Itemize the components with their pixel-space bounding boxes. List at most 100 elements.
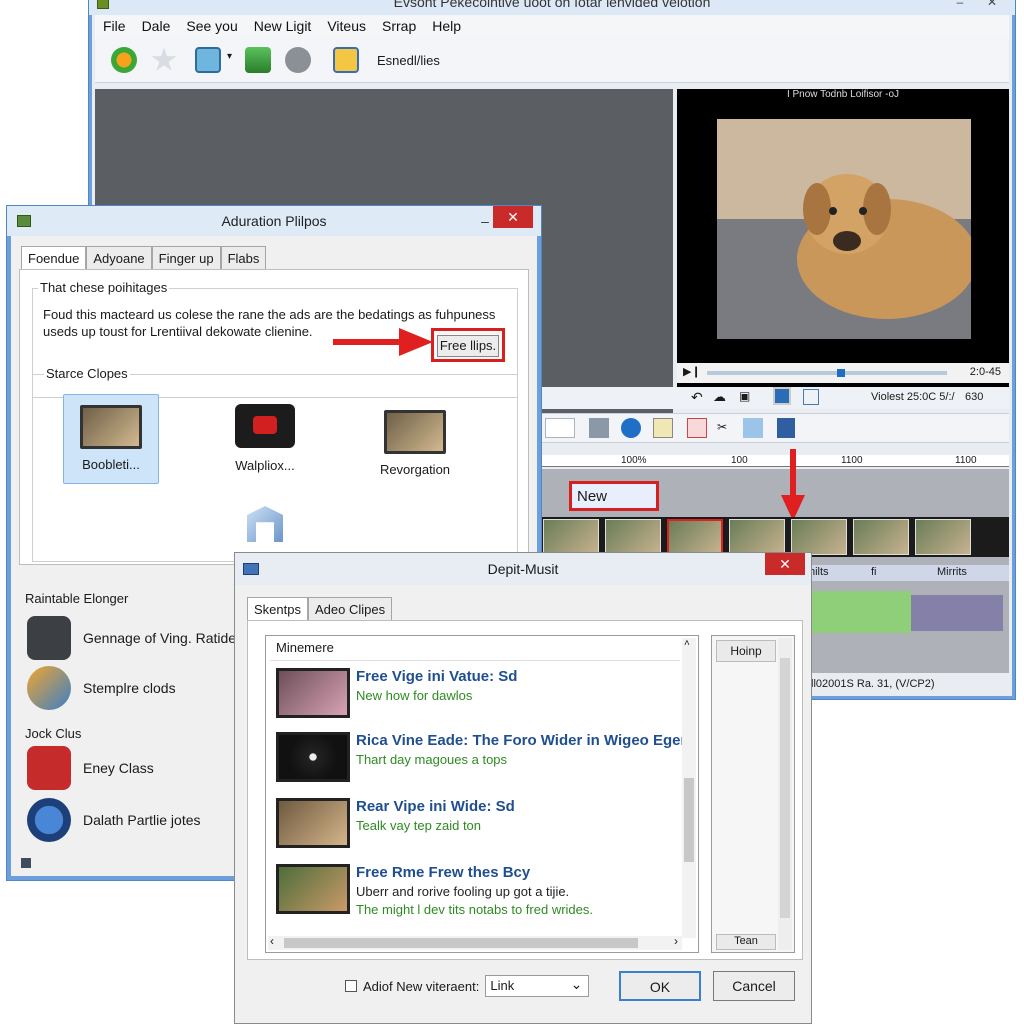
audio-track-green[interactable] <box>811 591 911 633</box>
menu-new-ligit[interactable]: New Ligit <box>246 15 320 37</box>
tab-adyoane[interactable]: Adyoane <box>86 246 152 270</box>
image-icon[interactable]: ▣ <box>739 389 750 403</box>
seek-bar[interactable] <box>707 369 947 377</box>
side-panel[interactable]: Hoinp Tean <box>711 635 795 953</box>
clip-label: Walpliox... <box>235 458 295 473</box>
box-icon[interactable] <box>589 418 609 438</box>
section-label: Raintable Elonger <box>25 591 129 606</box>
clip-frame[interactable] <box>543 519 599 555</box>
list-item[interactable]: Gennage of Ving. Ratide fe <box>27 616 252 660</box>
clip-label: Boobleti... <box>82 457 140 472</box>
globe-icon[interactable] <box>621 418 641 438</box>
video-item[interactable]: Rear Vipe ini Wide: Sd Tealk vay tep zai… <box>276 798 676 852</box>
tab-skentps[interactable]: Skentps <box>247 597 308 621</box>
add-new-checkbox[interactable] <box>345 980 357 992</box>
video-item[interactable]: Free Vige ini Vatue: Sd New how for dawl… <box>276 668 676 722</box>
video-play-icon <box>235 404 295 448</box>
audio-track-purple[interactable] <box>911 595 1003 631</box>
menu-dale[interactable]: Dale <box>134 15 179 37</box>
folder-icon[interactable] <box>333 47 359 73</box>
minimize-icon[interactable]: – <box>945 0 975 13</box>
calendar-icon[interactable] <box>687 418 707 438</box>
video-item[interactable]: Free Rme Frew thes Bcy Uberr and rorive … <box>276 864 676 918</box>
star-icon[interactable] <box>151 47 177 71</box>
media-icon[interactable] <box>245 47 271 73</box>
status-text: Violest 25:0C 5/:/ <box>871 391 955 403</box>
video-item[interactable]: Rica Vine Eade: The Foro Wider in Wigeo … <box>276 732 686 786</box>
side-panel-footer[interactable]: Tean <box>716 934 776 950</box>
gear-icon[interactable] <box>285 47 311 73</box>
video-title[interactable]: Rear Vipe ini Wide: Sd <box>356 798 515 815</box>
scroll-thumb[interactable] <box>684 778 694 862</box>
clip-frame[interactable] <box>729 519 785 555</box>
notes-icon[interactable] <box>653 418 673 438</box>
menu-srrap[interactable]: Srrap <box>374 15 424 37</box>
cloud-icon[interactable]: ☁ <box>713 389 726 405</box>
tab-flabs[interactable]: Flabs <box>220 246 267 270</box>
video-list[interactable]: Minemere Free Vige ini Vatue: Sd New how… <box>265 635 699 953</box>
scroll-thumb[interactable] <box>284 938 638 948</box>
screen-icon[interactable] <box>773 387 791 405</box>
play-icon[interactable]: ▶❙ <box>683 365 701 378</box>
minimize-icon[interactable]: – <box>475 206 495 236</box>
menu-help[interactable]: Help <box>424 15 469 37</box>
crop-icon[interactable] <box>803 389 819 405</box>
list-item[interactable]: Dalath Partlie jotes <box>27 798 201 842</box>
video-subtitle: New how for dawlos <box>356 688 473 703</box>
scroll-thumb[interactable] <box>780 658 790 918</box>
video-subtitle: Tealk vay tep zaid ton <box>356 818 482 833</box>
chevron-left-icon[interactable]: ‹ <box>270 934 274 948</box>
clip-item[interactable]: Revorgation <box>367 400 463 484</box>
tab-finger-up[interactable]: Finger up <box>151 246 221 270</box>
chevron-right-icon[interactable]: › <box>674 934 678 948</box>
close-button[interactable]: ✕ <box>493 206 533 228</box>
link-select[interactable]: Link <box>485 975 590 997</box>
menu-viteus[interactable]: Viteus <box>319 15 374 37</box>
tab-adeo-clipes[interactable]: Adeo Clipes <box>307 597 393 621</box>
record-icon[interactable] <box>111 47 137 73</box>
chevron-down-icon[interactable]: ▾ <box>227 51 232 62</box>
horizontal-scrollbar[interactable]: ‹ › <box>268 934 682 950</box>
clip-item[interactable]: Boobleti... <box>63 394 159 484</box>
undo-icon[interactable]: ↶ <box>691 389 703 406</box>
clip-strip[interactable] <box>541 517 1009 557</box>
side-panel-header[interactable]: Hoinp <box>716 640 776 662</box>
video-title[interactable]: Rica Vine Eade: The Foro Wider in Wigeo … <box>356 732 686 749</box>
track-label: fi <box>871 566 877 578</box>
clip-frame[interactable] <box>915 519 971 555</box>
list-item[interactable]: Stemplre clods <box>27 666 176 710</box>
ok-button[interactable]: OK <box>619 971 701 1001</box>
menu-see-you[interactable]: See you <box>178 15 245 37</box>
book-icon[interactable] <box>777 418 795 438</box>
clip-frame-selected[interactable] <box>667 519 723 555</box>
list-item[interactable]: Eney Class <box>27 746 154 790</box>
player-time: 2:0-45 <box>969 366 1001 378</box>
free-clips-button[interactable]: Free llips. <box>431 328 505 362</box>
video-thumbnail <box>276 732 350 782</box>
video-title[interactable]: Free Vige ini Vatue: Sd <box>356 668 517 685</box>
close-icon[interactable]: ✕ <box>977 0 1007 13</box>
timeline-input[interactable] <box>545 418 575 438</box>
tab-foendue[interactable]: Foendue <box>21 246 87 270</box>
vertical-scrollbar[interactable]: ˄ <box>682 638 696 938</box>
cancel-button[interactable]: Cancel <box>713 971 795 1001</box>
right-arrow-icon <box>333 328 433 356</box>
timeline-new-label[interactable]: New <box>569 481 659 511</box>
menu-file[interactable]: File <box>95 15 134 37</box>
group-label: That chese poihitages <box>38 280 170 295</box>
player-controls: ▶❙ 2:0-45 <box>677 363 1009 383</box>
side-scrollbar[interactable] <box>778 638 792 950</box>
close-button[interactable]: ✕ <box>765 553 805 575</box>
cut-icon[interactable]: ✂ <box>717 420 727 434</box>
preview-status-row: ↶ ☁ ▣ Violest 25:0C 5/:/ 630 <box>541 387 1009 409</box>
clip-frame[interactable] <box>853 519 909 555</box>
chevron-up-icon[interactable]: ˄ <box>684 638 690 649</box>
video-thumbnail <box>276 668 350 718</box>
clip-item[interactable]: Walpliox... <box>217 404 313 484</box>
clip-frame[interactable] <box>791 519 847 555</box>
video-title[interactable]: Free Rme Frew thes Bcy <box>356 864 530 881</box>
capture-icon[interactable] <box>195 47 221 73</box>
seek-handle[interactable] <box>837 369 845 377</box>
chart-icon[interactable] <box>743 418 763 438</box>
clip-frame[interactable] <box>605 519 661 555</box>
